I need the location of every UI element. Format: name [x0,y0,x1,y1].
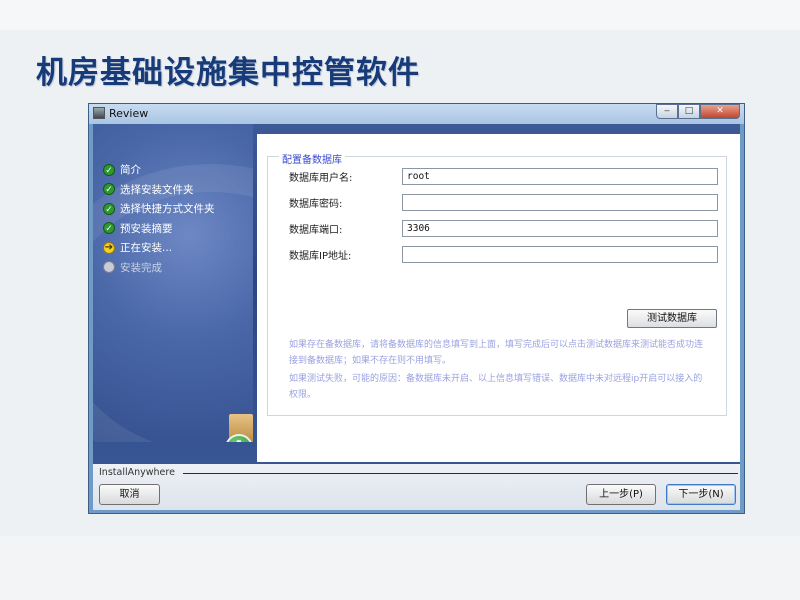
step-list: ✓ 简介 ✓ 选择安装文件夹 ✓ 选择快捷方式文件夹 ✓ 预安装摘要 ➔ 正在安… [103,160,215,277]
slide-bottom-band [0,536,800,600]
installer-window: Review ‒ □ ✕ ✓ 简介 ✓ 选择安装文件夹 ✓ 选择快捷方式文件夹 [88,103,745,514]
step-pre-install-summary: ✓ 预安装摘要 [103,219,215,239]
password-label: 数据库密码: [289,199,343,210]
step-label: 选择安装文件夹 [120,183,194,196]
test-database-button[interactable]: 测试数据库 [627,309,717,328]
hint-text-failure: 如果测试失败，可能的原因：备数据库未开启、以上信息填写错误、数据库中未对远程ip… [289,374,703,400]
content-panel: 数据库用户名: 数据库密码: 数据库端口: 数据库IP地址: 测试数据库 如果存… [257,134,740,462]
check-icon: ✓ [103,222,115,235]
brand-divider [183,473,738,474]
step-install-folder: ✓ 选择安装文件夹 [103,180,215,200]
arrow-right-icon: ➔ [103,241,115,254]
button-bar: InstallAnywhere 取消 上一步(P) 下一步(N) [93,464,740,510]
port-input[interactable] [402,220,718,237]
step-intro: ✓ 简介 [103,160,215,180]
hint-text-backup: 如果存在备数据库，请将备数据库的信息填写到上面，填写完成后可以点击测试数据库来测… [289,340,704,366]
ip-row: 数据库IP地址: [289,246,718,263]
minimize-button[interactable]: ‒ [656,104,678,119]
username-row: 数据库用户名: [289,168,718,185]
username-input[interactable] [402,168,718,185]
ip-input[interactable] [402,246,718,263]
backup-db-fieldset: 数据库用户名: 数据库密码: 数据库端口: 数据库IP地址: 测试数据库 如果存… [267,156,727,416]
cancel-button[interactable]: 取消 [99,484,160,505]
brand-label: InstallAnywhere [99,467,175,478]
step-label: 安装完成 [120,261,162,274]
window-body: ✓ 简介 ✓ 选择安装文件夹 ✓ 选择快捷方式文件夹 ✓ 预安装摘要 ➔ 正在安… [93,124,740,510]
maximize-button[interactable]: □ [678,104,700,119]
step-label: 正在安装... [120,242,173,255]
next-button[interactable]: 下一步(N) [666,484,736,505]
step-installing: ➔ 正在安装... [103,238,215,258]
app-icon [93,107,105,119]
check-icon: ✓ [103,183,115,196]
step-shortcut-folder: ✓ 选择快捷方式文件夹 [103,199,215,219]
window-title: Review [109,107,149,120]
password-input[interactable] [402,194,718,211]
previous-button[interactable]: 上一步(P) [586,484,656,505]
slide-top-band [0,0,800,30]
check-icon: ✓ [103,163,115,176]
title-bar[interactable]: Review ‒ □ ✕ [89,104,744,124]
port-label: 数据库端口: [289,225,343,236]
window-controls: ‒ □ ✕ [656,104,740,120]
step-label: 简介 [120,164,141,177]
slide-title: 机房基础设施集中控管软件 [36,55,420,91]
ip-label: 数据库IP地址: [289,251,352,262]
step-label: 预安装摘要 [120,222,173,235]
fieldset-legend: 配置备数据库 [279,151,345,166]
username-label: 数据库用户名: [289,173,353,184]
steps-panel: ✓ 简介 ✓ 选择安装文件夹 ✓ 选择快捷方式文件夹 ✓ 预安装摘要 ➔ 正在安… [93,124,253,442]
check-icon: ✓ [103,202,115,215]
close-button[interactable]: ✕ [700,104,740,119]
step-label: 选择快捷方式文件夹 [120,203,215,216]
step-install-complete: 安装完成 [103,258,215,278]
port-row: 数据库端口: [289,220,718,237]
password-row: 数据库密码: [289,194,718,211]
pending-circle-icon [103,261,115,274]
